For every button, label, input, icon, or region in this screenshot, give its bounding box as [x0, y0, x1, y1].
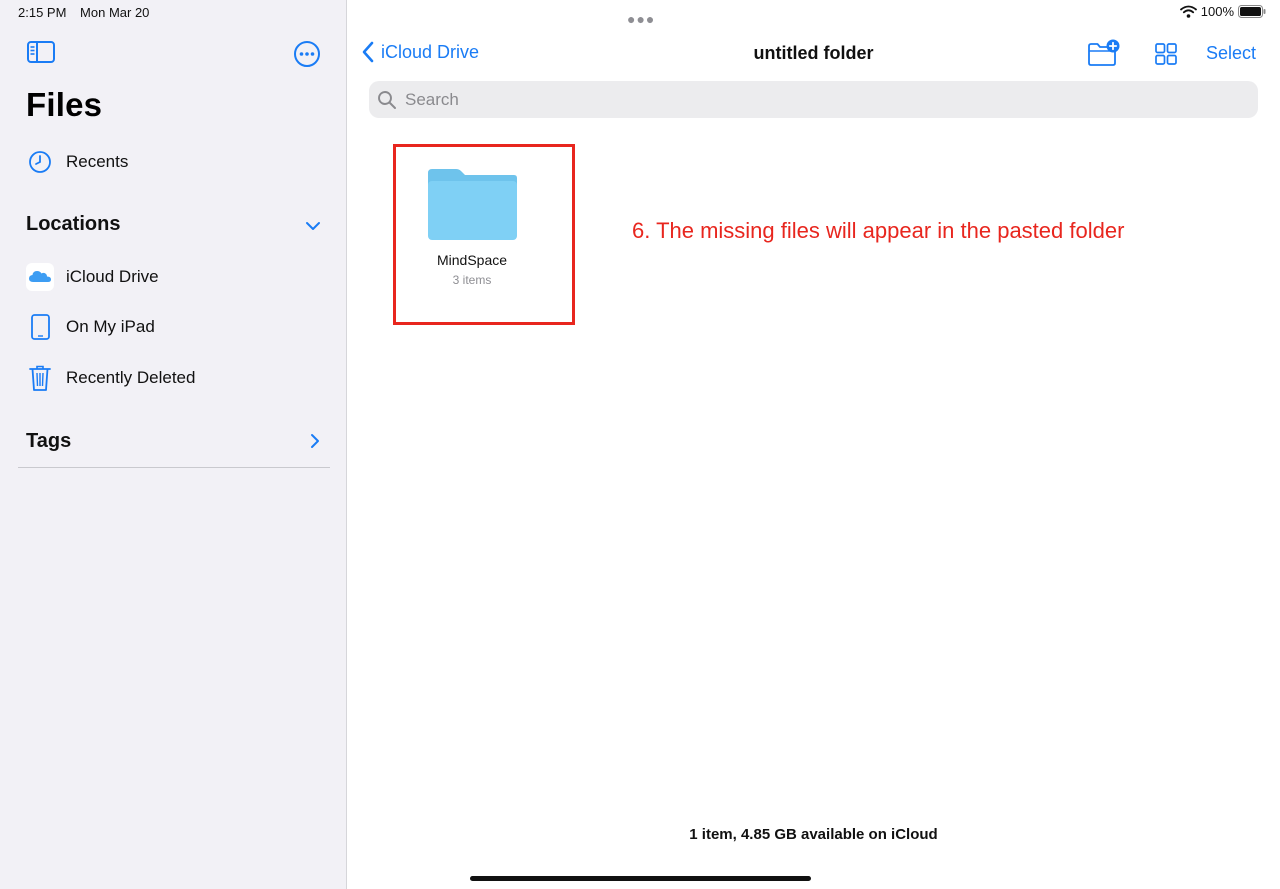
magnifier-icon: [377, 90, 397, 110]
sidebar-item-label: Recently Deleted: [66, 368, 196, 387]
trash-icon: [26, 364, 54, 392]
folder-item-mindspace[interactable]: MindSpace 3 items: [397, 160, 547, 287]
sidebar-item-label: Recents: [66, 152, 129, 171]
sidebar-icon: [27, 41, 55, 63]
clock-icon: [26, 148, 54, 176]
folder-badge-plus-icon: [1088, 39, 1120, 66]
folder-title-text: untitled folder: [753, 43, 874, 63]
sidebar-item-recently-deleted[interactable]: Recently Deleted: [26, 361, 195, 395]
folder-name: MindSpace: [436, 252, 508, 268]
chevron-down-icon[interactable]: [305, 218, 321, 234]
status-date: Mon Mar 20: [80, 5, 150, 20]
view-options-button[interactable]: [1154, 42, 1178, 66]
ipad-icon: [26, 313, 54, 341]
sidebar: 2:15 PM Mon Mar 20 Files Recents Locatio…: [0, 0, 347, 889]
home-indicator[interactable]: [470, 876, 811, 881]
sidebar-item-label: iCloud Drive: [66, 267, 159, 286]
search-input[interactable]: [403, 88, 1207, 111]
storage-status: 1 item, 4.85 GB available on iCloud: [689, 826, 938, 843]
grid-icon: [1155, 43, 1177, 65]
sidebar-item-recents[interactable]: Recents: [26, 145, 128, 179]
more-options-button[interactable]: [292, 39, 322, 69]
tutorial-annotation-text: 6. The missing files will appear in the …: [632, 218, 1125, 243]
sidebar-title: Files: [26, 86, 103, 123]
sidebar-divider: [18, 467, 330, 468]
ipad-screen: 2:15 PM Mon Mar 20 Files Recents Locatio…: [0, 0, 1280, 889]
select-button[interactable]: Select: [1206, 43, 1256, 64]
sidebar-toggle-button[interactable]: [26, 40, 58, 66]
folder-item-count: 3 items: [452, 273, 492, 287]
folder-title: untitled folder: [347, 43, 1280, 64]
main-content: ●●● 100% iCloud Drive untitled folder Se…: [347, 0, 1280, 889]
search-bar[interactable]: [369, 81, 1258, 118]
sidebar-item-label: On My iPad: [66, 317, 155, 336]
locations-heading[interactable]: Locations: [26, 213, 120, 236]
new-folder-button[interactable]: [1087, 38, 1121, 68]
status-bar-right: 100%: [1179, 4, 1266, 19]
sidebar-item-icloud-drive[interactable]: iCloud Drive: [26, 260, 159, 294]
sidebar-item-on-my-ipad[interactable]: On My iPad: [26, 310, 155, 344]
battery-percent: 100%: [1200, 4, 1234, 19]
status-bar-left: 2:15 PM Mon Mar 20: [18, 5, 149, 20]
wifi-icon: [1179, 5, 1197, 18]
chevron-right-icon[interactable]: [307, 433, 323, 449]
ellipsis-circle-icon: [294, 41, 320, 67]
multitasking-dots[interactable]: ●●●: [627, 11, 655, 27]
folder-icon: [427, 169, 517, 240]
tags-heading[interactable]: Tags: [26, 430, 71, 453]
battery-icon: [1238, 5, 1266, 18]
icloud-icon: [26, 263, 54, 291]
status-time: 2:15 PM: [18, 5, 67, 20]
